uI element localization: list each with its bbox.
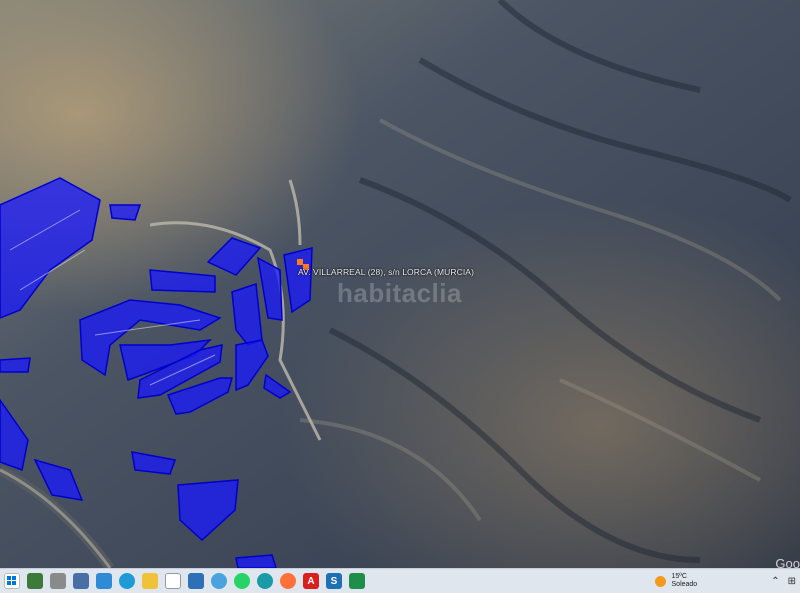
weather-condition: Soleado: [671, 581, 698, 588]
edge-browser-icon[interactable]: [119, 573, 135, 589]
s-app-icon[interactable]: S: [326, 573, 342, 589]
globe-icon[interactable]: [211, 573, 227, 589]
windows-start-icon[interactable]: [4, 573, 20, 589]
parcel: [0, 357, 31, 373]
weather-widget[interactable]: 15ºC Soleado: [654, 573, 698, 589]
recycle-icon[interactable]: [188, 573, 204, 589]
whatsapp-icon[interactable]: [234, 573, 250, 589]
document-icon[interactable]: [165, 573, 181, 589]
swirl-app-icon[interactable]: [257, 573, 273, 589]
spreadsheet-app-icon[interactable]: [349, 573, 365, 589]
system-tray: 15ºC Soleado ⌃ ⊞: [654, 569, 800, 593]
address-label: AV. VILLARREAL (28), s/n LORCA (MURCIA): [298, 267, 474, 277]
taskbar: A S 15ºC Soleado ⌃ ⊞: [0, 568, 800, 593]
acrobat-icon[interactable]: A: [303, 573, 319, 589]
sun-icon: [654, 575, 666, 587]
firefox-icon[interactable]: [280, 573, 296, 589]
parcel: [235, 554, 277, 568]
chevron-up-icon[interactable]: ⌃: [771, 576, 779, 587]
calendar-app-icon[interactable]: [27, 573, 43, 589]
file-explorer-icon[interactable]: [142, 573, 158, 589]
parcel: [109, 204, 142, 221]
image-app-icon[interactable]: [96, 573, 112, 589]
weather-temp: 15ºC: [671, 573, 687, 580]
watermark: habitaclia: [337, 278, 462, 308]
file-app-icon[interactable]: [50, 573, 66, 589]
network-icon[interactable]: ⊞: [788, 576, 796, 587]
network-app-icon[interactable]: [73, 573, 89, 589]
